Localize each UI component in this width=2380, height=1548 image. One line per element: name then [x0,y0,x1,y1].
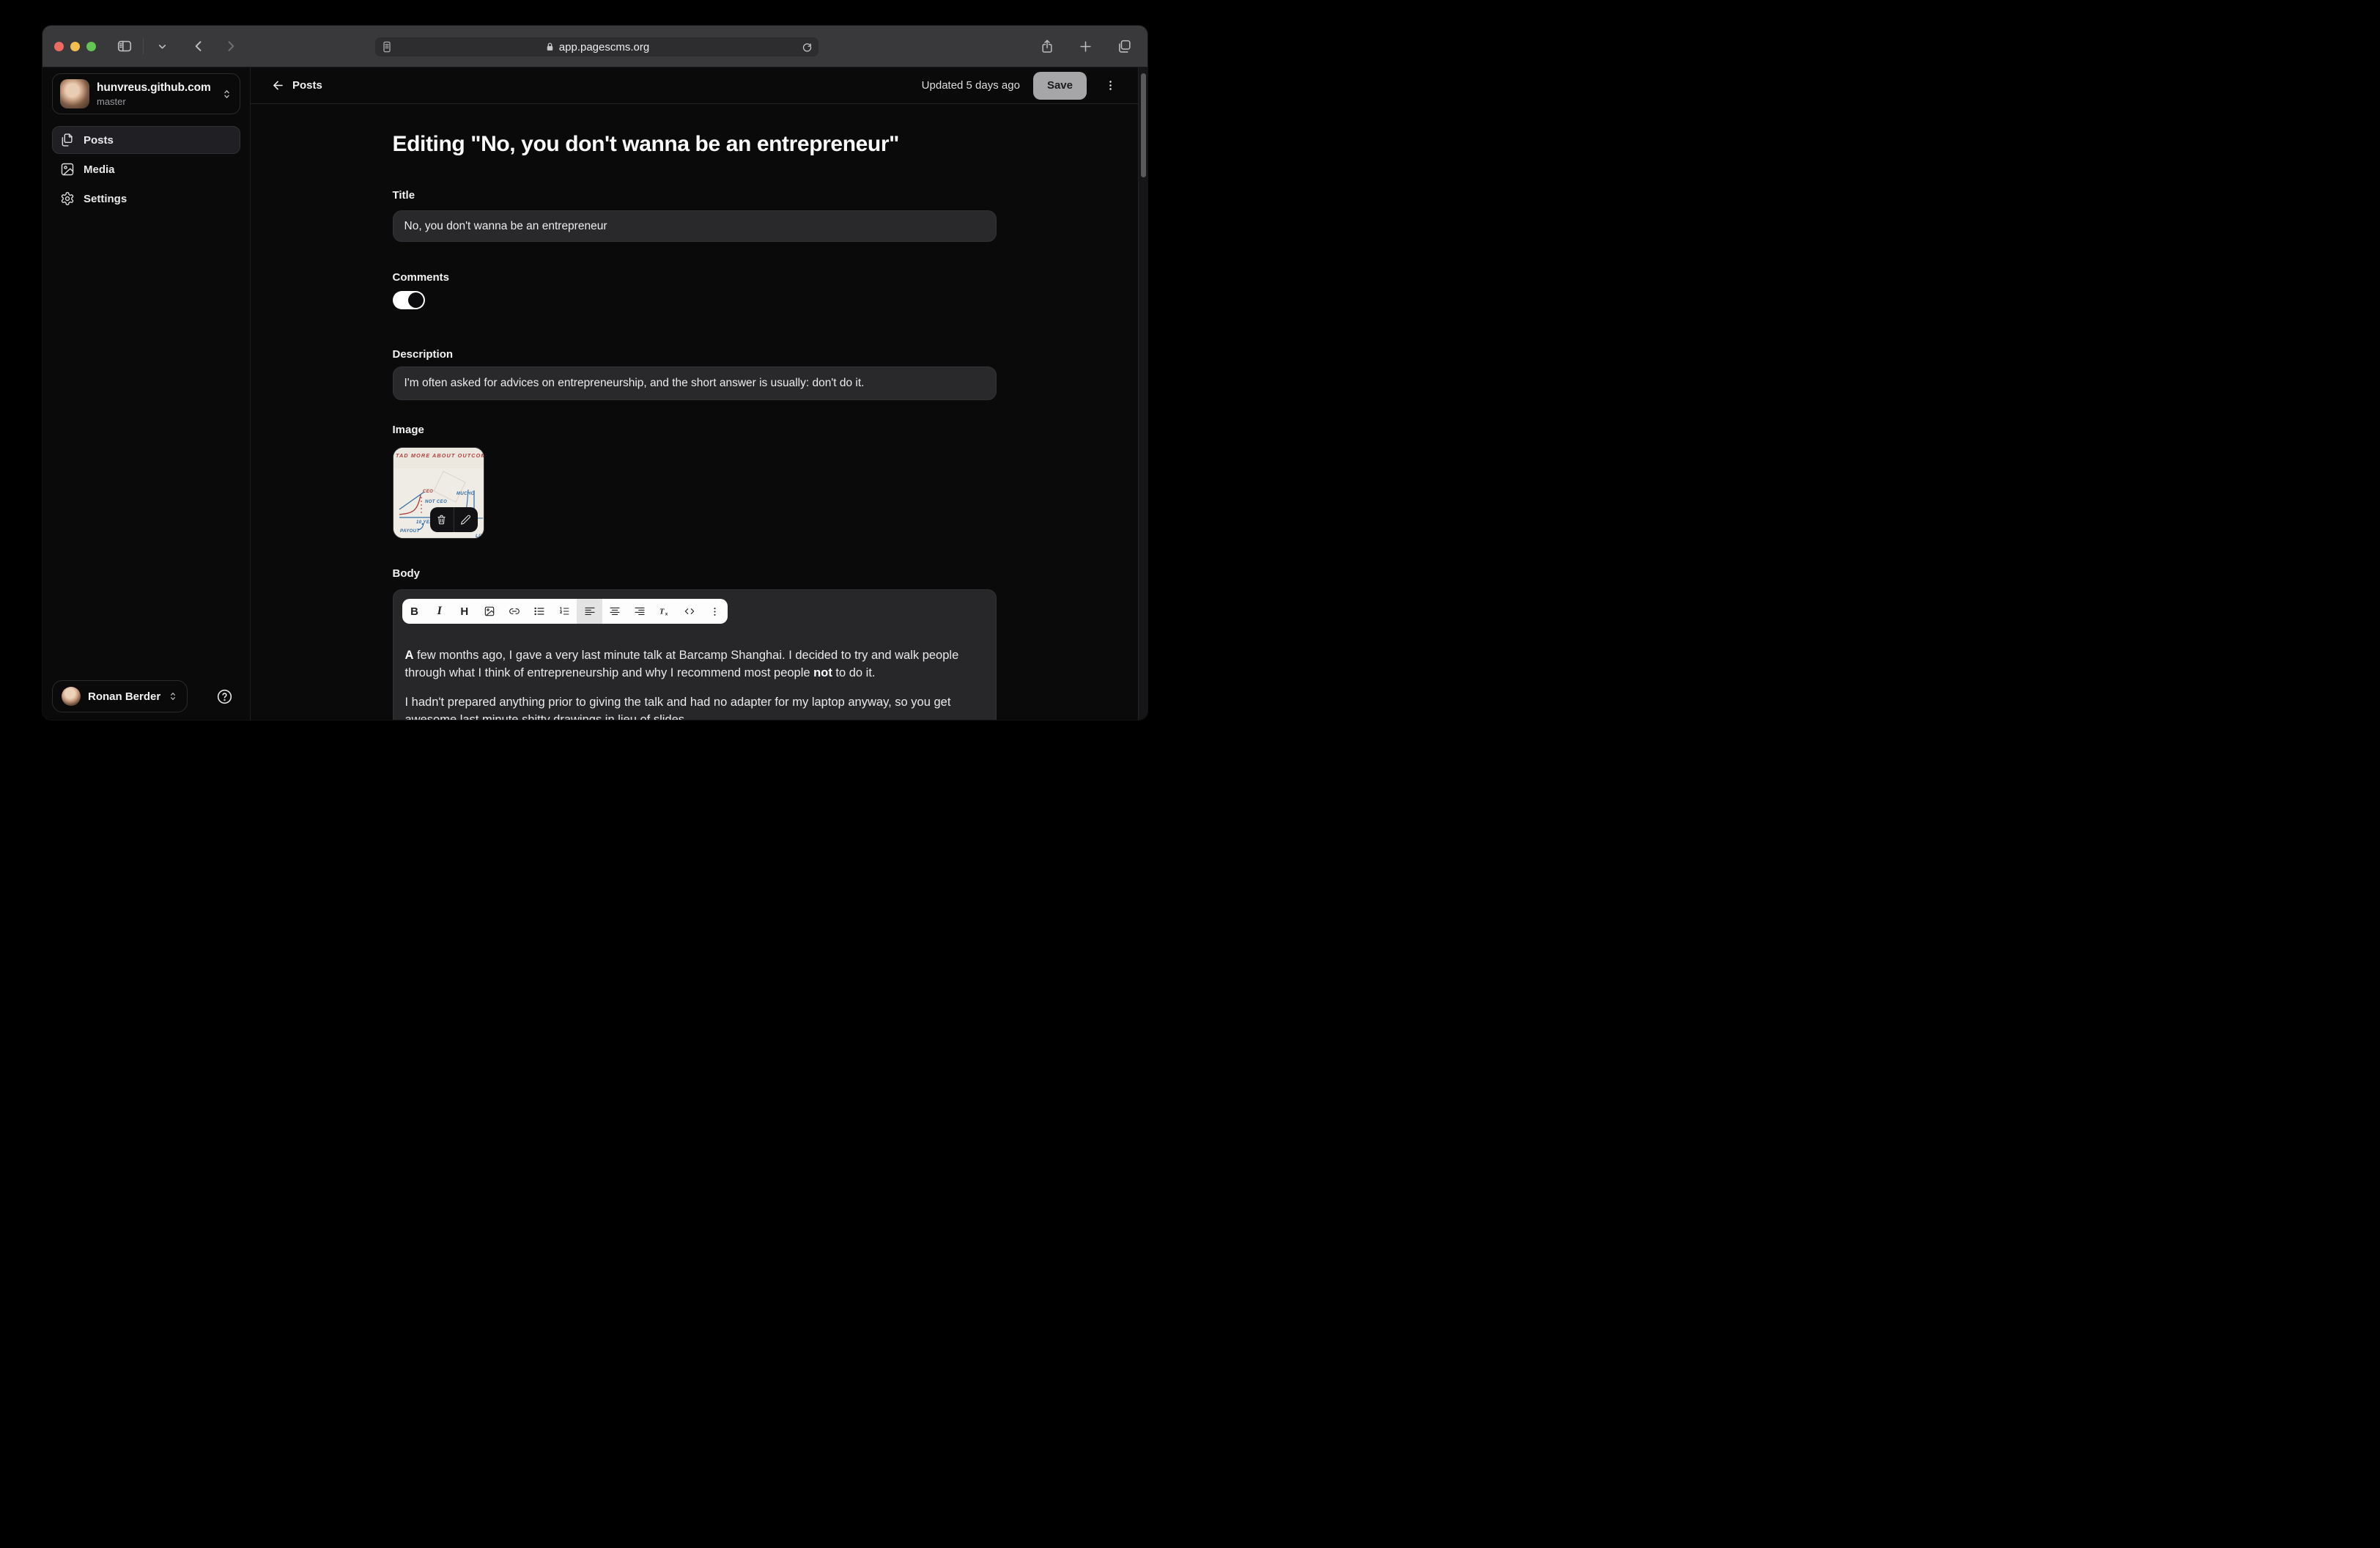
toolbar-image-button[interactable] [477,599,502,624]
sidebar-item-settings[interactable]: Settings [52,185,240,213]
description-label: Description [393,348,997,361]
forward-button[interactable] [220,35,242,57]
description-field: Description [393,348,997,400]
repo-avatar [60,79,89,108]
image-label: Image [393,424,997,437]
toolbar-align-right-button[interactable] [627,599,652,624]
toolbar-bullet-list-button[interactable] [527,599,552,624]
toolbar-bold-button[interactable]: B [402,599,427,624]
more-options-icon[interactable] [1100,76,1121,95]
body-content[interactable]: A few months ago, I gave a very last min… [393,633,996,720]
settings-icon [60,191,75,206]
url-text[interactable]: app.pagescms.org [559,41,649,54]
user-avatar [62,687,81,706]
svg-text:T: T [659,608,665,616]
comments-toggle[interactable] [393,291,425,309]
svg-text:NOT CEO: NOT CEO [425,500,447,504]
back-label: Posts [292,79,322,92]
svg-text:PAYOUT: PAYOUT [400,529,420,534]
share-icon[interactable] [1036,36,1058,58]
toolbar-code-button[interactable] [677,599,702,624]
save-button[interactable]: Save [1033,72,1087,100]
toolbar-align-left-button[interactable] [577,599,602,624]
comments-label: Comments [393,271,997,284]
reader-icon[interactable] [381,40,393,54]
reload-icon[interactable] [802,41,813,53]
body-paragraph: I hadn't prepared anything prior to givi… [405,693,984,720]
media-icon [60,162,75,177]
description-input[interactable] [393,366,997,400]
user-menu-button[interactable]: Ronan Berder [52,680,188,712]
title-label: Title [393,189,997,202]
sidebar-item-label: Media [84,163,115,176]
repo-name: hunvreus.github.com [97,81,214,95]
delete-image-button[interactable] [430,507,454,532]
toolbar-divider [143,38,144,54]
back-to-posts-button[interactable]: Posts [271,78,322,92]
svg-text:MUCHO: MUCHO [457,492,475,496]
posts-icon [60,133,75,147]
sidebar-item-label: Settings [84,193,127,205]
sidebar-toggle-icon[interactable] [114,35,136,57]
rich-text-editor[interactable]: BIH Tx A few months ago, I gave a very la… [393,589,997,720]
toolbar-italic-button[interactable]: I [427,599,452,624]
browser-window: app.pagescms.org hunvreus.gith [42,26,1148,720]
tab-overview-icon[interactable] [1112,36,1134,58]
sidebar: hunvreus.github.com master Posts [42,67,251,720]
chevrons-up-down-icon [168,690,178,702]
repo-switcher[interactable]: hunvreus.github.com master [52,73,240,114]
comments-field: Comments [393,271,997,309]
page-scrollbar[interactable] [1138,67,1148,720]
editor-scroll-area: Editing "No, you don't wanna be an entre… [251,104,1138,720]
rich-text-toolbar: BIH Tx [402,599,728,624]
updated-timestamp: Updated 5 days ago [922,79,1020,92]
body-paragraph: A few months ago, I gave a very last min… [405,646,984,682]
svg-text:x: x [665,611,668,616]
body-label: Body [393,567,997,580]
image-actions [430,507,478,532]
browser-toolbar: app.pagescms.org [42,26,1148,67]
user-name: Ronan Berder [88,690,160,703]
tab-group-chevron-icon[interactable] [151,35,173,57]
sidebar-item-label: Posts [84,134,114,147]
lock-icon [545,42,555,52]
new-tab-icon[interactable] [1074,36,1096,58]
title-input[interactable] [393,210,997,242]
main-panel: Posts Updated 5 days ago Save Editing "N… [251,67,1148,720]
svg-text:CEO: CEO [423,490,433,494]
traffic-lights [54,42,96,51]
page-header: Posts Updated 5 days ago Save [251,67,1148,104]
chevrons-up-down-icon [221,88,232,100]
image-thumbnail[interactable]: TAD MORE ABOUT OUTCOMES CEO NOT CEO 10 Y… [393,447,484,539]
toolbar-more-button[interactable] [702,599,727,624]
minimize-window-button[interactable] [70,42,80,51]
page-title: Editing "No, you don't wanna be an entre… [393,130,997,158]
scrollbar-thumb[interactable] [1141,73,1146,177]
zoom-window-button[interactable] [86,42,96,51]
toolbar-clear-format-button[interactable]: Tx [652,599,677,624]
address-bar[interactable]: app.pagescms.org [374,37,819,57]
toolbar-align-center-button[interactable] [602,599,627,624]
repo-branch: master [97,96,214,107]
image-field: Image TAD MORE ABOUT OUTCOMES [393,424,997,539]
body-field: Body BIH Tx A few months ago, I gave a ve… [393,567,997,720]
sidebar-item-posts[interactable]: Posts [52,126,240,154]
svg-text:LIT: LIT [476,534,484,539]
toolbar-ordered-list-button[interactable] [552,599,577,624]
sidebar-item-media[interactable]: Media [52,155,240,183]
title-field: Title [393,189,997,242]
svg-text:TAD MORE ABOUT OUTCOMES: TAD MORE ABOUT OUTCOMES [396,452,484,459]
toolbar-heading-button[interactable]: H [452,599,477,624]
back-button[interactable] [188,35,210,57]
close-window-button[interactable] [54,42,64,51]
sidebar-nav: Posts Media Settings [52,126,240,213]
help-icon[interactable] [216,688,233,705]
edit-image-button[interactable] [454,507,478,532]
back-arrow-icon [271,78,285,92]
toolbar-link-button[interactable] [502,599,527,624]
